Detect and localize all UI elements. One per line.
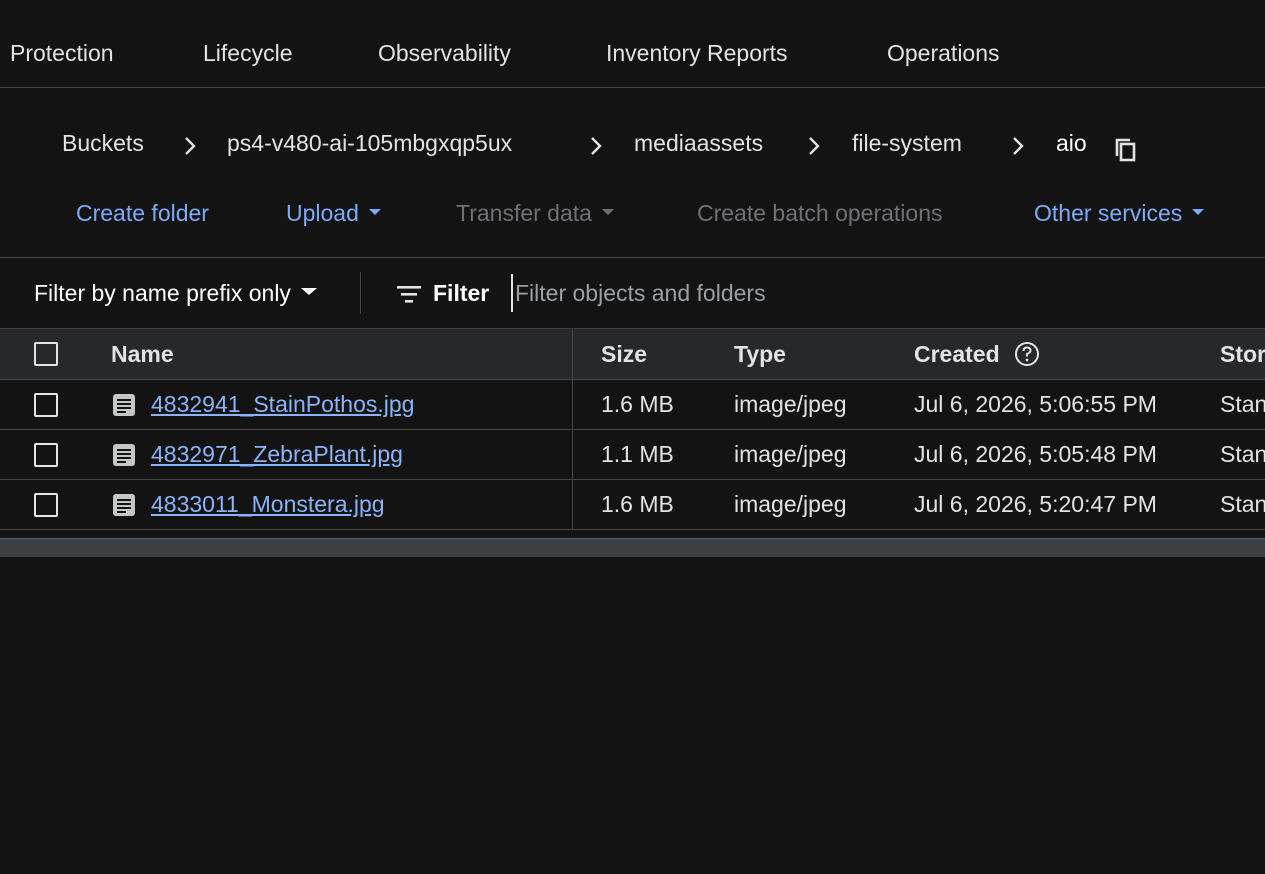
chevron-right-icon — [809, 137, 820, 155]
name-cell: 4832941_StainPothos.jpg — [111, 380, 414, 429]
column-divider — [572, 329, 573, 379]
column-header-name[interactable]: Name — [111, 329, 174, 379]
column-header-size[interactable]: Size — [601, 329, 647, 379]
name-cell: 4832971_ZebraPlant.jpg — [111, 430, 403, 479]
upload-label: Upload — [286, 200, 359, 226]
tab-operations[interactable]: Operations — [887, 40, 1000, 67]
storage-cell: Stan — [1220, 441, 1265, 467]
copy-icon[interactable] — [1113, 136, 1141, 164]
caret-down-icon — [1192, 208, 1205, 215]
breadcrumb-buckets[interactable]: Buckets — [62, 130, 144, 157]
row-checkbox[interactable] — [34, 392, 58, 417]
type-cell: image/jpeg — [734, 391, 847, 417]
filter-mode-dropdown[interactable]: Filter by name prefix only — [34, 280, 317, 307]
column-divider — [572, 430, 573, 479]
help-icon[interactable] — [1014, 341, 1040, 367]
objects-table: Name Size Type Created Stor 4832941_Stai… — [0, 328, 1265, 530]
chevron-right-icon — [1013, 137, 1024, 155]
transfer-data-label: Transfer data — [456, 200, 592, 226]
select-all-cell — [34, 329, 58, 379]
type-cell: image/jpeg — [734, 441, 847, 467]
chevron-right-icon — [591, 137, 602, 155]
column-header-storage[interactable]: Stor — [1220, 329, 1265, 379]
file-name-link[interactable]: 4833011_Monstera.jpg — [151, 491, 385, 518]
filter-mode-label: Filter by name prefix only — [34, 280, 291, 306]
select-all-checkbox[interactable] — [34, 342, 58, 366]
table-row: 4833011_Monstera.jpg 1.6 MB image/jpeg J… — [0, 480, 1265, 530]
size-cell: 1.1 MB — [601, 441, 674, 467]
divider — [360, 272, 361, 314]
tab-protection[interactable]: Protection — [10, 40, 114, 67]
horizontal-scrollbar[interactable] — [0, 538, 1265, 557]
toolbar: Create folder Upload Transfer data Creat… — [0, 190, 1265, 240]
tab-bar: Protection Lifecycle Observability Inven… — [0, 0, 1265, 88]
breadcrumb: Buckets ps4-v480-ai-105mbgxqp5ux mediaas… — [0, 118, 1265, 174]
row-check-cell — [34, 480, 58, 529]
table-row: 4832971_ZebraPlant.jpg 1.1 MB image/jpeg… — [0, 430, 1265, 480]
transfer-data-button: Transfer data — [456, 200, 614, 227]
file-icon — [113, 393, 135, 416]
caret-down-icon — [300, 288, 317, 296]
table-header: Name Size Type Created Stor — [0, 328, 1265, 380]
tab-inventory-reports[interactable]: Inventory Reports — [606, 40, 788, 67]
created-cell: Jul 6, 2026, 5:20:47 PM — [914, 491, 1157, 517]
column-header-created[interactable]: Created — [914, 329, 1040, 379]
upload-button[interactable]: Upload — [286, 200, 381, 227]
type-cell: image/jpeg — [734, 491, 847, 517]
other-services-label: Other services — [1034, 200, 1183, 226]
created-cell: Jul 6, 2026, 5:06:55 PM — [914, 391, 1157, 417]
row-checkbox[interactable] — [34, 492, 58, 517]
created-cell: Jul 6, 2026, 5:05:48 PM — [914, 441, 1157, 467]
filter-bar: Filter by name prefix only Filter — [0, 258, 1265, 328]
tab-observability[interactable]: Observability — [378, 40, 511, 67]
caret-down-icon — [368, 208, 381, 215]
row-check-cell — [34, 430, 58, 479]
filter-input[interactable] — [511, 274, 1217, 312]
storage-cell: Stan — [1220, 391, 1265, 417]
filter-icon — [397, 286, 421, 303]
breadcrumb-mediaassets[interactable]: mediaassets — [634, 130, 763, 157]
file-icon — [113, 443, 135, 466]
name-cell: 4833011_Monstera.jpg — [111, 480, 385, 529]
breadcrumb-current: aio — [1056, 130, 1087, 156]
column-header-created-label: Created — [914, 340, 1000, 367]
file-name-link[interactable]: 4832941_StainPothos.jpg — [151, 391, 414, 418]
file-icon — [113, 493, 135, 516]
breadcrumb-bucket[interactable]: ps4-v480-ai-105mbgxqp5ux — [227, 130, 512, 157]
size-cell: 1.6 MB — [601, 491, 674, 517]
storage-cell: Stan — [1220, 491, 1265, 517]
chevron-right-icon — [185, 137, 196, 155]
column-header-type[interactable]: Type — [734, 329, 786, 379]
breadcrumb-file-system[interactable]: file-system — [852, 130, 962, 157]
create-batch-operations-button: Create batch operations — [697, 200, 943, 226]
row-check-cell — [34, 380, 58, 429]
column-divider — [572, 480, 573, 529]
create-folder-button[interactable]: Create folder — [76, 200, 209, 227]
file-name-link[interactable]: 4832971_ZebraPlant.jpg — [151, 441, 403, 468]
other-services-button[interactable]: Other services — [1034, 200, 1205, 227]
table-row: 4832941_StainPothos.jpg 1.6 MB image/jpe… — [0, 380, 1265, 430]
filter-label: Filter — [433, 280, 490, 306]
row-checkbox[interactable] — [34, 442, 58, 467]
tab-lifecycle[interactable]: Lifecycle — [203, 40, 292, 67]
page: Protection Lifecycle Observability Inven… — [0, 0, 1265, 874]
column-divider — [572, 380, 573, 429]
size-cell: 1.6 MB — [601, 391, 674, 417]
caret-down-icon — [601, 208, 614, 215]
